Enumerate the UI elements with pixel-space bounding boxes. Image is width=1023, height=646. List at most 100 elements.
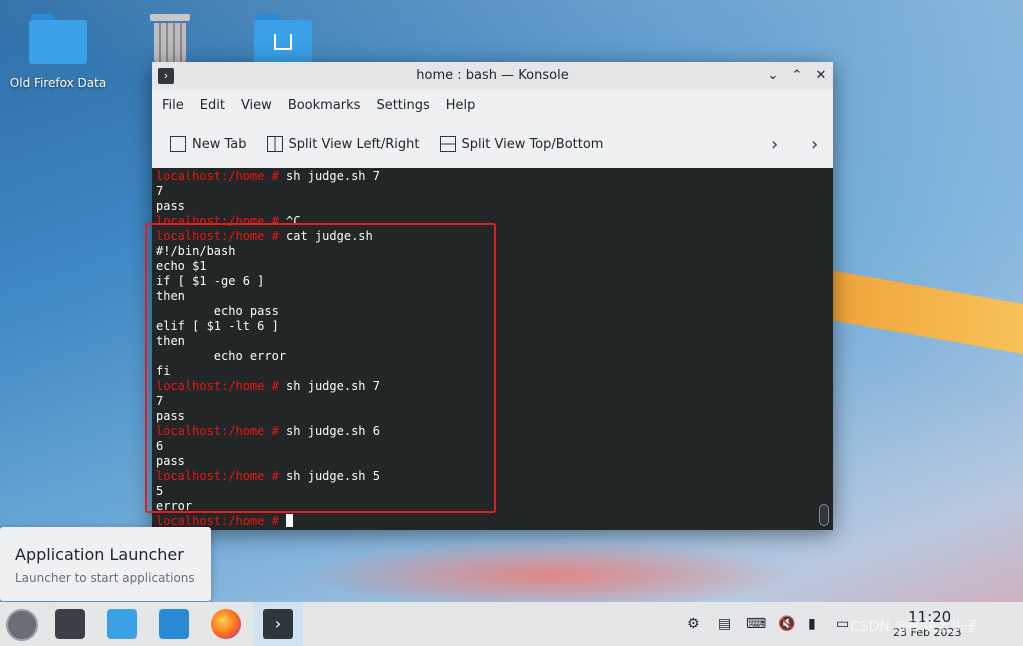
menubar: File Edit View Bookmarks Settings Help (152, 90, 833, 120)
shell-prompt: localhost:/home # (156, 469, 279, 483)
application-launcher-icon[interactable] (6, 609, 38, 641)
terminal-output: localhost:/home # sh judge.sh 7 7 pass loca… (156, 169, 380, 529)
folder-icon (29, 12, 87, 64)
terminal-line: #!/bin/bash (156, 244, 380, 259)
line-text: sh judge.sh 7 (278, 169, 380, 183)
new-tab-label: New Tab (192, 136, 247, 152)
maximize-icon[interactable]: ⌃ (788, 67, 806, 85)
clipboard-icon[interactable]: ▤ (718, 616, 731, 632)
toolbar: New Tab Split View Left/Right Split View… (152, 120, 833, 168)
application-launcher-tooltip: Application Launcher Launcher to start a… (0, 527, 211, 601)
tooltip-subtitle: Launcher to start applications (15, 571, 195, 585)
line-text: 7 (156, 184, 164, 198)
terminal-scrollbar[interactable] (819, 504, 829, 526)
watermark: CSDN @砖块上头子 (850, 619, 979, 635)
trash-icon (150, 14, 190, 64)
volume-muted-icon[interactable]: 🔇 (778, 616, 795, 632)
line-text: elif [ $1 -lt 6 ] (156, 319, 279, 333)
system-settings-icon[interactable] (55, 609, 85, 639)
network-icon[interactable]: ▭ (836, 616, 849, 632)
shell-prompt: localhost:/home # (156, 229, 279, 243)
terminal-line: localhost:/home # sh judge.sh 6 (156, 424, 380, 439)
terminal-line: localhost:/home # sh judge.sh 5 (156, 469, 380, 484)
toolbar-overflow-icon[interactable]: › (811, 134, 818, 155)
terminal-line: 7 (156, 184, 380, 199)
shell-prompt: localhost:/home # (156, 424, 279, 438)
discover-store-icon[interactable] (107, 609, 137, 639)
line-text: echo pass (156, 304, 279, 318)
line-text: sh judge.sh 7 (278, 379, 380, 393)
new-tab-icon (170, 136, 186, 152)
menu-bookmarks[interactable]: Bookmarks (280, 98, 369, 113)
line-text: fi (156, 364, 171, 378)
terminal-line: if [ $1 -ge 6 ] (156, 274, 380, 289)
line-text (279, 514, 286, 528)
konsole-task-active[interactable]: › (253, 602, 303, 646)
usb-device-icon[interactable]: ▮ (808, 616, 816, 632)
line-text: #!/bin/bash (156, 244, 236, 258)
terminal-line: echo $1 (156, 259, 380, 274)
terminal-line: echo pass (156, 304, 380, 319)
menu-file[interactable]: File (154, 98, 192, 113)
split-left-right-label: Split View Left/Right (288, 136, 420, 152)
terminal-line: localhost:/home # ^C (156, 214, 380, 229)
line-text: 7 (156, 394, 164, 408)
line-text: if [ $1 -ge 6 ] (156, 274, 265, 288)
terminal-line: elif [ $1 -lt 6 ] (156, 319, 380, 334)
tooltip-title: Application Launcher (15, 545, 184, 564)
home-folder-icon (254, 12, 312, 64)
titlebar[interactable]: › home : bash — Konsole ⌄ ⌃ ✕ (152, 62, 833, 90)
terminal-line: pass (156, 409, 380, 424)
line-text: ^C (278, 214, 301, 228)
line-text: cat judge.sh (278, 229, 373, 243)
shell-prompt: localhost:/home # (156, 379, 279, 393)
split-top-bottom-button[interactable]: Split View Top/Bottom (439, 136, 604, 152)
line-text: pass (156, 199, 185, 213)
desktop-icon-trash[interactable] (148, 14, 192, 64)
wallpaper-glow (300, 540, 800, 610)
line-text: echo $1 (156, 259, 207, 273)
minimize-icon[interactable]: ⌄ (764, 67, 782, 85)
shell-prompt: localhost:/home # (156, 514, 279, 528)
new-tab-button[interactable]: New Tab (170, 136, 247, 152)
konsole-task-icon: › (263, 609, 293, 639)
line-text: 6 (156, 439, 164, 453)
menu-help[interactable]: Help (438, 98, 484, 113)
line-text: sh judge.sh 5 (278, 469, 380, 483)
terminal-line: localhost:/home # sh judge.sh 7 (156, 379, 380, 394)
kde-connect-icon[interactable]: ⚙ (687, 616, 700, 632)
terminal-line: error (156, 499, 380, 514)
chevron-right-icon[interactable]: › (771, 134, 778, 155)
terminal-view[interactable]: localhost:/home # sh judge.sh 7 7 pass loca… (152, 168, 833, 530)
terminal-line: fi (156, 364, 380, 379)
line-text: pass (156, 454, 185, 468)
terminal-line: then (156, 334, 380, 349)
desktop-icon-home[interactable] (254, 12, 312, 64)
split-horizontal-icon (439, 136, 456, 152)
desktop-icon-old-firefox-data[interactable]: Old Firefox Data (8, 12, 108, 90)
line-text: sh judge.sh 6 (278, 424, 380, 438)
menu-view[interactable]: View (233, 98, 280, 113)
line-text: echo error (156, 349, 287, 363)
terminal-line: echo error (156, 349, 380, 364)
firefox-icon[interactable] (211, 609, 241, 639)
file-manager-icon[interactable] (159, 609, 189, 639)
keyboard-icon[interactable]: ⌨ (746, 616, 766, 632)
shell-prompt: localhost:/home # (156, 169, 279, 183)
menu-edit[interactable]: Edit (192, 98, 233, 113)
shell-prompt: localhost:/home # (156, 214, 279, 228)
window-title: home : bash — Konsole (416, 68, 569, 83)
desktop-icon-label: Old Firefox Data (9, 76, 107, 90)
terminal-line: 5 (156, 484, 380, 499)
line-text: 5 (156, 484, 164, 498)
menu-settings[interactable]: Settings (368, 98, 437, 113)
konsole-window[interactable]: › home : bash — Konsole ⌄ ⌃ ✕ File Edit … (152, 62, 833, 530)
terminal-line: localhost:/home # sh judge.sh 7 (156, 169, 380, 184)
split-vertical-icon (266, 136, 283, 152)
close-icon[interactable]: ✕ (812, 67, 830, 85)
split-top-bottom-label: Split View Top/Bottom (461, 136, 604, 152)
terminal-line: then (156, 289, 380, 304)
line-text: pass (156, 409, 185, 423)
line-text: error (156, 499, 193, 513)
split-left-right-button[interactable]: Split View Left/Right (266, 136, 420, 152)
